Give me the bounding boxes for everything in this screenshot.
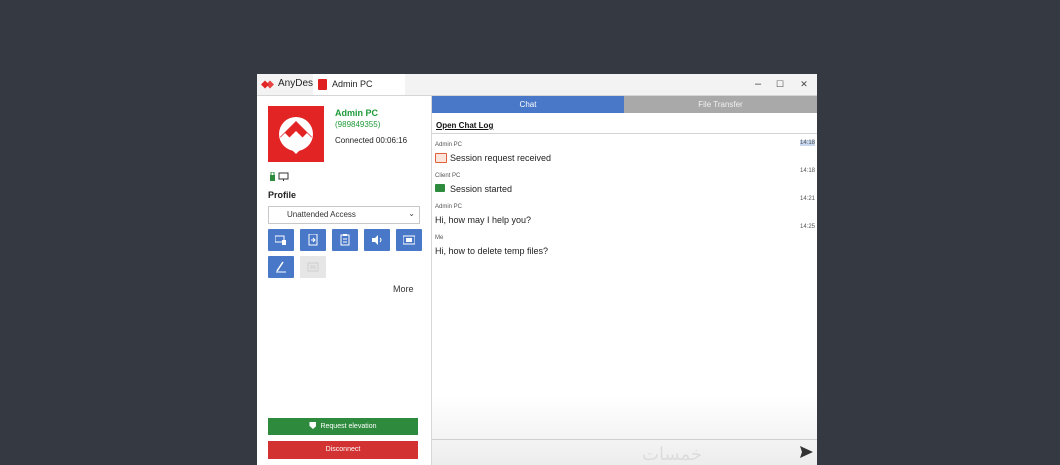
file-transfer-button[interactable] [300, 229, 326, 251]
screen-button[interactable] [396, 229, 422, 251]
profile-select[interactable]: Unattended Access ⌄ [268, 206, 420, 224]
divider [432, 439, 817, 440]
session-panel: Admin PC (989849355) Connected 00:06:16 … [257, 96, 432, 465]
send-icon[interactable] [800, 446, 813, 458]
chat-panel: Chat File Transfer Open Chat Log Admin P… [432, 96, 817, 465]
message-time: 14:18 [800, 168, 816, 174]
tab-chat[interactable]: Chat [432, 96, 624, 113]
keyboard-mouse-icon [275, 235, 286, 245]
open-chat-log-link[interactable]: Open Chat Log [436, 121, 493, 130]
connection-status: Connected 00:06:16 [335, 136, 408, 145]
message-sender: Client PC [435, 173, 461, 179]
close-button[interactable]: ✕ [797, 77, 811, 91]
audio-button[interactable] [364, 229, 390, 251]
tab-file-transfer[interactable]: File Transfer [624, 96, 817, 113]
message-time: 14:18 [800, 140, 816, 146]
clipboard-button[interactable] [332, 229, 358, 251]
draw-button[interactable] [268, 256, 294, 278]
message-time: 14:25 [800, 224, 816, 230]
anydesk-window: AnyDesk Admin PC – ☐ ✕ Admin PC (9898493… [257, 74, 817, 465]
remote-avatar [268, 106, 324, 162]
monitor-icon [278, 172, 289, 181]
lock-icon [307, 262, 319, 272]
anydesk-avatar-icon [279, 117, 313, 154]
more-button[interactable]: More [393, 284, 414, 294]
message-sender: Me [435, 235, 444, 241]
app-name: AnyDesk [278, 78, 319, 89]
request-elevation-button[interactable]: Request elevation [268, 418, 418, 435]
divider [432, 133, 817, 134]
watermark: خمسات [642, 444, 703, 464]
message-time: 14:21 [800, 196, 816, 202]
message-text: Session request received [450, 153, 552, 163]
lock-button[interactable] [300, 256, 326, 278]
audio-icon [372, 235, 382, 245]
clipboard-icon [340, 234, 350, 246]
shield-icon [309, 422, 317, 429]
file-transfer-icon [308, 234, 318, 246]
title-bar: AnyDesk Admin PC – ☐ ✕ [257, 74, 817, 96]
draw-icon [276, 261, 286, 273]
profile-selected-value: Unattended Access [287, 210, 356, 219]
tab-admin-pc-label: Admin PC [332, 79, 373, 89]
profile-heading: Profile [268, 190, 297, 200]
status-icons [269, 168, 291, 186]
remote-host-name: Admin PC [335, 108, 379, 118]
session-tab-icon [318, 79, 327, 90]
screen-icon [403, 235, 415, 245]
permission-lock-icon [270, 171, 275, 181]
message-sender: Admin PC [435, 204, 463, 210]
message-sender: Admin PC [435, 142, 463, 148]
message-text: Hi, how may I help you? [435, 215, 532, 225]
anydesk-logo-icon [261, 80, 274, 89]
chevron-down-icon: ⌄ [408, 209, 415, 218]
tab-admin-pc[interactable]: Admin PC [313, 74, 405, 95]
minimize-button[interactable]: – [751, 77, 765, 91]
message-text: Session started [450, 184, 513, 194]
disconnect-label: Disconnect [325, 446, 361, 453]
chat-bottom-area [432, 396, 817, 465]
request-elevation-label: Request elevation [320, 423, 377, 430]
message-text: Hi, how to delete temp files? [435, 246, 549, 256]
keyboard-mouse-button[interactable] [268, 229, 294, 251]
session-started-icon [435, 184, 445, 192]
remote-host-id: (989849355) [335, 120, 381, 129]
maximize-button[interactable]: ☐ [773, 77, 787, 91]
disconnect-button[interactable]: Disconnect [268, 441, 418, 459]
session-request-icon [435, 153, 447, 163]
